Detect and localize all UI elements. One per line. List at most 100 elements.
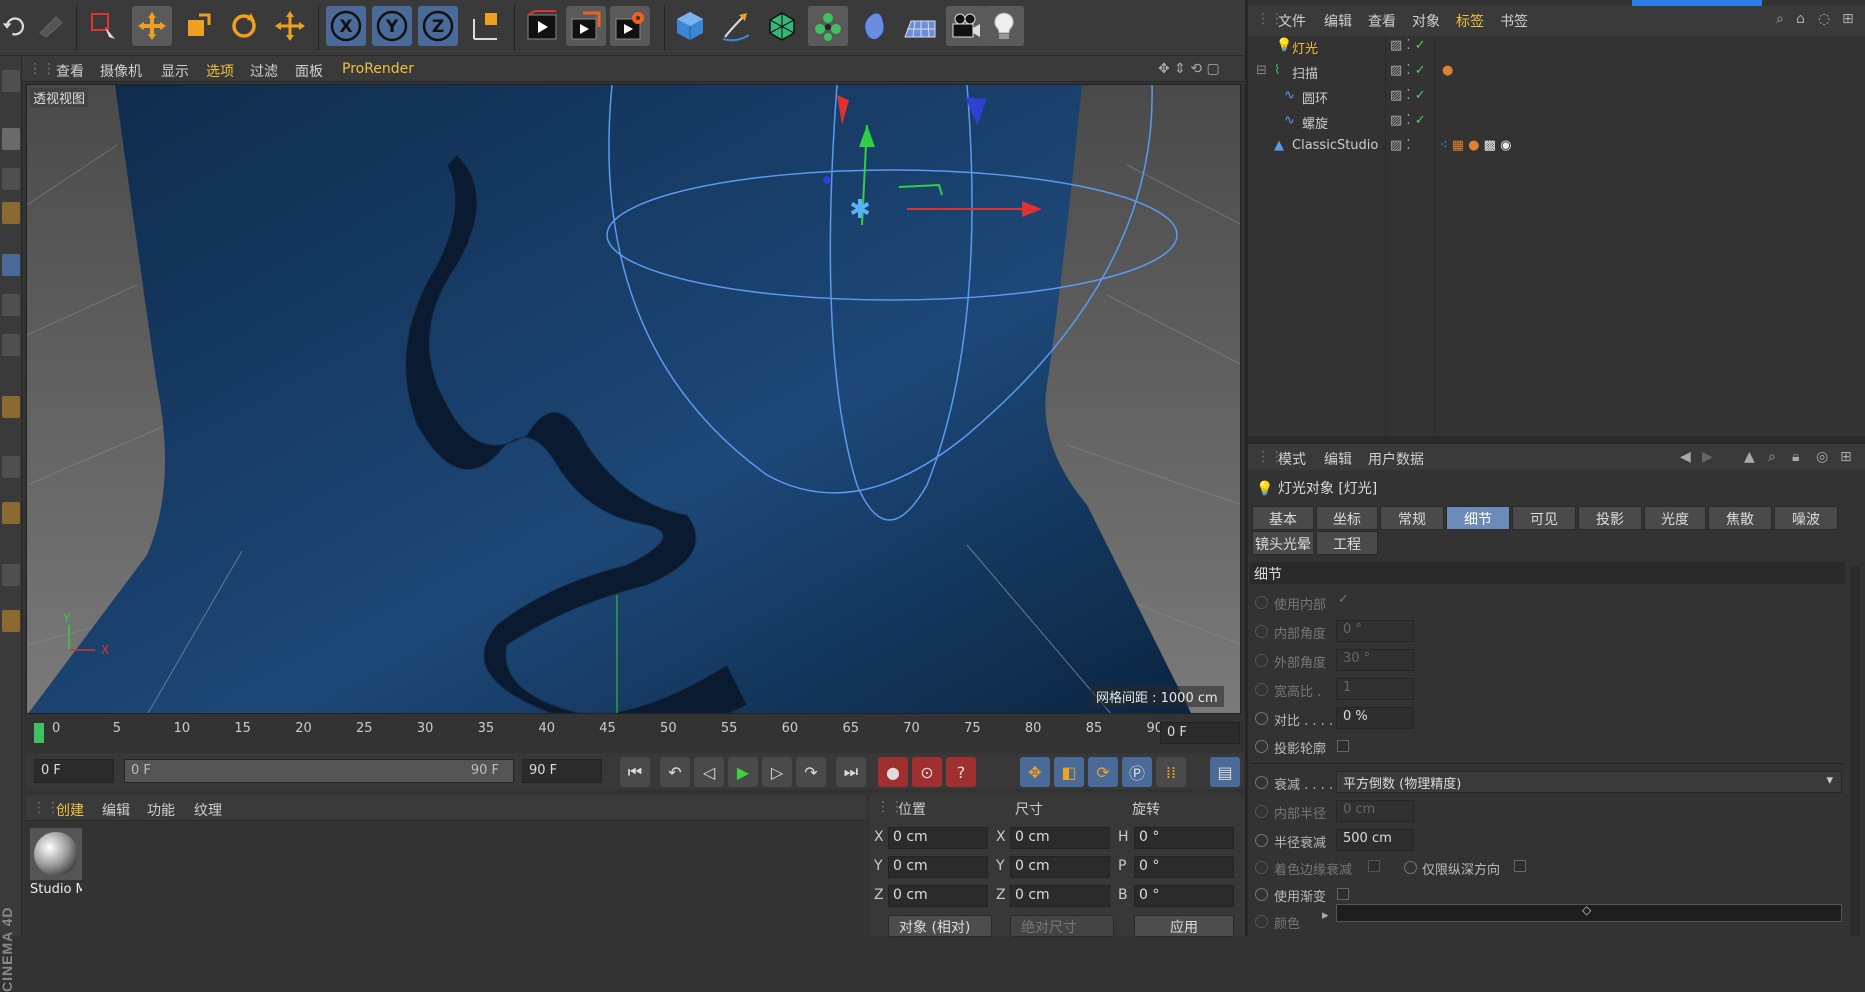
forward-arrow-icon[interactable]: ▶ [1702, 449, 1713, 465]
range-slider[interactable]: 0 F 90 F [124, 759, 514, 783]
param-radio[interactable] [1255, 834, 1268, 847]
next-key-icon[interactable]: ↷ [796, 757, 826, 787]
menu-view[interactable]: 查看 [56, 61, 84, 81]
collapse-icon[interactable]: ⊟ [1256, 63, 1267, 78]
z-axis-icon[interactable]: Z [418, 6, 458, 46]
object-name[interactable]: ClassicStudio [1292, 138, 1378, 153]
tab-caustics[interactable]: 焦散 [1708, 506, 1772, 530]
key-rotation-icon[interactable]: ⟳ [1088, 757, 1118, 787]
deformer-icon[interactable] [854, 6, 894, 46]
size-z-field[interactable]: 0 cm [1010, 885, 1110, 907]
pen-icon[interactable] [716, 6, 756, 46]
go-to-end-icon[interactable]: ⏭ [836, 757, 866, 787]
render-picture-viewer-icon[interactable] [566, 6, 606, 46]
rotate-icon[interactable] [224, 6, 264, 46]
keyframe-selection-icon[interactable]: ? [946, 757, 976, 787]
object-row-helix[interactable]: ∿ 螺旋 ▨ ⁚ ✓ [1250, 113, 1865, 137]
rotation-b-field[interactable]: 0 ° [1134, 885, 1234, 907]
tab-coordinates[interactable]: 坐标 [1316, 506, 1378, 530]
param-radio[interactable] [1255, 805, 1268, 818]
position-y-field[interactable]: 0 cm [888, 856, 988, 878]
tab-noise[interactable]: 噪波 [1774, 506, 1838, 530]
object-name[interactable]: 螺旋 [1302, 113, 1328, 132]
timeline-window-icon[interactable]: ▤ [1210, 757, 1240, 787]
current-frame-field[interactable]: 0 F [1160, 722, 1240, 744]
visibility-toggle[interactable]: ▨ ⁚ ✓ [1390, 88, 1426, 103]
visibility-toggle[interactable]: ▨ ⁚ [1390, 138, 1411, 153]
lock-icon[interactable]: 🔒︎ [1792, 449, 1799, 465]
planar-workplane-icon[interactable] [2, 610, 20, 632]
param-radio[interactable] [1255, 740, 1268, 753]
use-gradient-checkbox[interactable] [1337, 888, 1349, 900]
visibility-toggle[interactable]: ▨ ⁚ ✓ [1390, 113, 1426, 128]
rotation-h-field[interactable]: 0 ° [1134, 827, 1234, 849]
menu-camera[interactable]: 摄像机 [100, 61, 142, 81]
x-axis-icon[interactable]: X [326, 6, 366, 46]
param-radio[interactable] [1255, 596, 1268, 609]
snap-icon[interactable] [2, 502, 20, 524]
live-select-icon[interactable] [84, 6, 124, 46]
param-radio[interactable] [1255, 712, 1268, 725]
y-axis-icon[interactable]: Y [372, 6, 412, 46]
menu-prorender[interactable]: ProRender [342, 61, 414, 77]
points-mode-icon[interactable] [2, 254, 20, 276]
next-frame-icon[interactable]: ▷ [762, 757, 792, 787]
menu-options[interactable]: 选项 [206, 61, 234, 81]
autokey-icon[interactable]: ⊙ [912, 757, 942, 787]
axis-mode-icon[interactable] [2, 396, 20, 418]
tab-lens-flare[interactable]: 镜头光晕 [1252, 531, 1314, 555]
search-icon[interactable]: ⌕ [1776, 11, 1784, 27]
end-frame-field[interactable]: 90 F [522, 759, 602, 783]
param-radio[interactable] [1255, 861, 1268, 874]
locked-workplane-icon[interactable] [2, 564, 20, 586]
workplane-icon[interactable] [2, 202, 20, 224]
rotation-p-field[interactable]: 0 ° [1134, 856, 1234, 878]
world-coords-icon[interactable] [466, 6, 506, 46]
soft-selection-icon[interactable] [2, 456, 20, 478]
tab-visibility[interactable]: 可见 [1512, 506, 1576, 530]
coordinate-mode-dropdown[interactable]: 对象 (相对) [888, 915, 992, 937]
size-y-field[interactable]: 0 cm [1010, 856, 1110, 878]
menu-texture[interactable]: 纹理 [194, 800, 222, 820]
gradient-knot-icon[interactable]: ◇ [1582, 903, 1591, 917]
size-x-field[interactable]: 0 cm [1010, 827, 1110, 849]
visibility-toggle[interactable]: ▨ ⁚ ✓ [1390, 38, 1426, 53]
tag-icons[interactable]: ⁖ ▦ ● ▩ ◉ [1440, 138, 1511, 153]
render-view-icon[interactable] [522, 6, 562, 46]
material-swatch[interactable]: Studio M [30, 828, 82, 900]
param-radio[interactable] [1255, 625, 1268, 638]
tab-project[interactable]: 工程 [1316, 531, 1378, 555]
cube-icon[interactable] [670, 6, 710, 46]
use-inner-checkbox[interactable]: ✓ [1338, 592, 1349, 607]
target-icon[interactable]: ◎ [1816, 449, 1828, 465]
transform-icon[interactable] [270, 6, 310, 46]
timeline-ruler[interactable]: 0 5 10 15 20 25 30 35 40 45 50 55 60 65 70 75 80 85 90 [40, 717, 1163, 745]
falloff-dropdown[interactable]: 平方倒数 (物理精度) ▾ [1336, 771, 1842, 793]
home-icon[interactable]: ⌂ [1796, 11, 1805, 27]
previous-frame-icon[interactable]: ◁ [694, 757, 724, 787]
tab-shadow[interactable]: 投影 [1578, 506, 1642, 530]
menu-mode[interactable]: 模式 [1278, 449, 1306, 469]
position-x-field[interactable]: 0 cm [888, 827, 988, 849]
param-radio[interactable] [1255, 776, 1268, 789]
subdivision-icon[interactable] [762, 6, 802, 46]
color-edge-falloff-checkbox[interactable] [1368, 860, 1380, 872]
tab-general[interactable]: 常规 [1380, 506, 1444, 530]
cloner-icon[interactable] [808, 6, 848, 46]
menu-panel[interactable]: 面板 [295, 61, 323, 81]
tab-basic[interactable]: 基本 [1252, 506, 1314, 530]
polygons-mode-icon[interactable] [2, 334, 20, 356]
visibility-icon[interactable]: ◌ [1818, 11, 1830, 27]
key-point-level-icon[interactable]: ⁞⁞ [1156, 757, 1186, 787]
play-icon[interactable]: ▶ [728, 757, 758, 787]
object-row-circle[interactable]: ∿ 圆环 ▨ ⁚ ✓ [1250, 88, 1865, 112]
tab-details[interactable]: 细节 [1446, 506, 1510, 530]
position-z-field[interactable]: 0 cm [888, 885, 988, 907]
object-name[interactable]: 圆环 [1302, 88, 1328, 107]
floor-icon[interactable] [900, 6, 940, 46]
menu-file[interactable]: 文件 [1278, 11, 1306, 31]
key-parameter-icon[interactable]: Ⓟ [1122, 757, 1152, 787]
viewport-nav-icons[interactable]: ✥ ⇕ ⟲ ▢ [1158, 61, 1220, 77]
previous-key-icon[interactable]: ↶ [660, 757, 690, 787]
menu-edit[interactable]: 编辑 [1324, 449, 1352, 469]
